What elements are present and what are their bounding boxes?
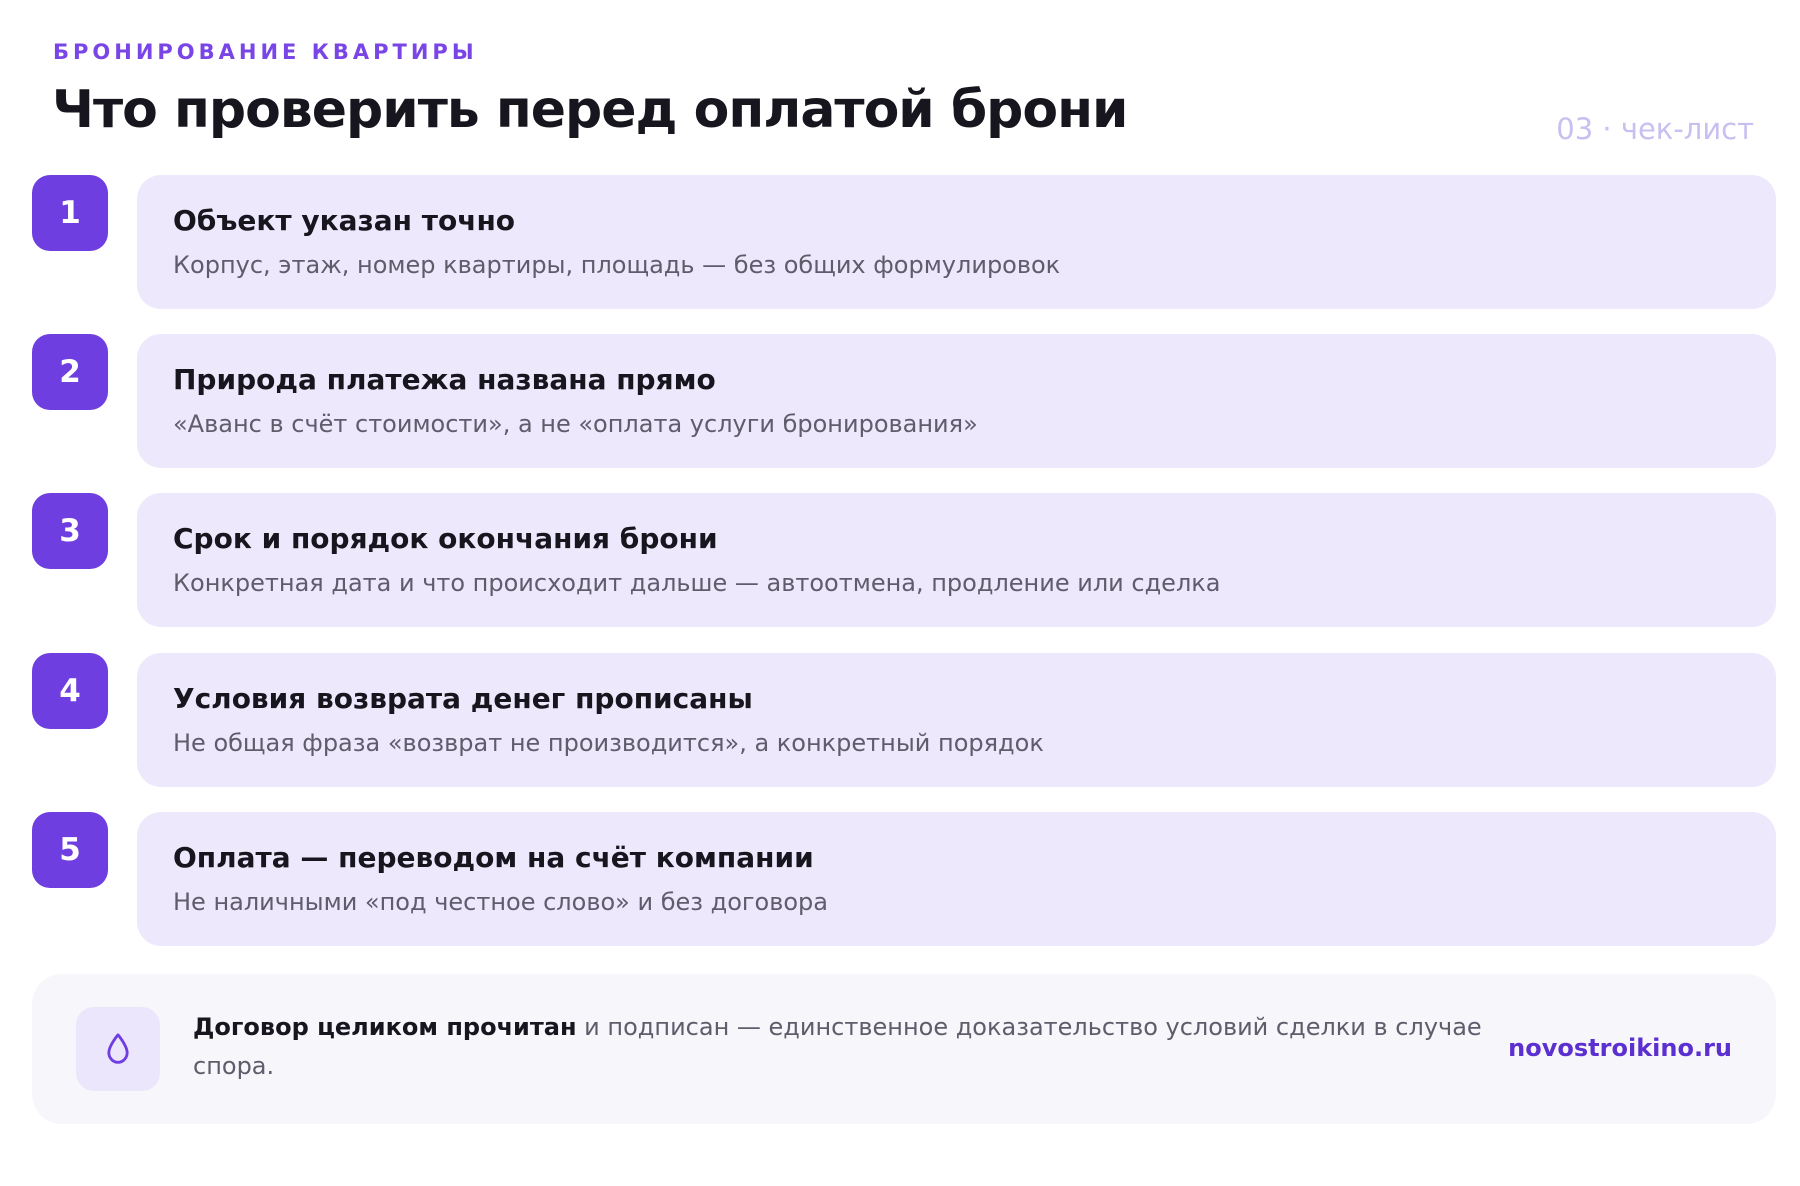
drop-icon — [76, 1007, 160, 1091]
step-card: Срок и порядок окончания брони Конкретна… — [137, 493, 1776, 627]
note-text: Договор целиком прочитан и подписан — ед… — [193, 1008, 1493, 1086]
footer-note: Договор целиком прочитан и подписан — ед… — [32, 974, 1776, 1124]
checklist-item: 4 Условия возврата денег прописаны Не об… — [32, 653, 1776, 787]
step-title: Объект указан точно — [173, 204, 516, 237]
checklist-item: 5 Оплата — переводом на счёт компании Не… — [32, 812, 1776, 946]
step-number-badge: 4 — [32, 653, 108, 729]
page-title: Что проверить перед оплатой брони — [52, 80, 1128, 140]
step-card: Природа платежа названа прямо «Аванс в с… — [137, 334, 1776, 468]
step-description: «Аванс в счёт стоимости», а не «оплата у… — [173, 410, 978, 438]
step-description: Корпус, этаж, номер квартиры, площадь — … — [173, 251, 1061, 279]
section-meta: 03 · чек-лист — [1556, 112, 1754, 146]
step-title: Природа платежа названа прямо — [173, 363, 716, 396]
step-description: Не наличными «под честное слово» и без д… — [173, 888, 828, 916]
step-number-badge: 5 — [32, 812, 108, 888]
note-bold-text: Договор целиком прочитан — [193, 1013, 577, 1041]
step-title: Оплата — переводом на счёт компании — [173, 841, 814, 874]
checklist-item: 1 Объект указан точно Корпус, этаж, номе… — [32, 175, 1776, 309]
step-card: Оплата — переводом на счёт компании Не н… — [137, 812, 1776, 946]
step-number-badge: 1 — [32, 175, 108, 251]
eyebrow-label: БРОНИРОВАНИЕ КВАРТИРЫ — [53, 40, 478, 64]
step-card: Условия возврата денег прописаны Не обща… — [137, 653, 1776, 787]
step-description: Не общая фраза «возврат не производится»… — [173, 729, 1044, 757]
step-number-badge: 3 — [32, 493, 108, 569]
step-title: Условия возврата денег прописаны — [173, 682, 753, 715]
checklist-item: 2 Природа платежа названа прямо «Аванс в… — [32, 334, 1776, 468]
step-card: Объект указан точно Корпус, этаж, номер … — [137, 175, 1776, 309]
step-description: Конкретная дата и что происходит дальше … — [173, 569, 1221, 597]
step-title: Срок и порядок окончания брони — [173, 522, 718, 555]
site-link[interactable]: novostroikino.ru — [1508, 1034, 1732, 1062]
checklist-item: 3 Срок и порядок окончания брони Конкрет… — [32, 493, 1776, 627]
step-number-badge: 2 — [32, 334, 108, 410]
